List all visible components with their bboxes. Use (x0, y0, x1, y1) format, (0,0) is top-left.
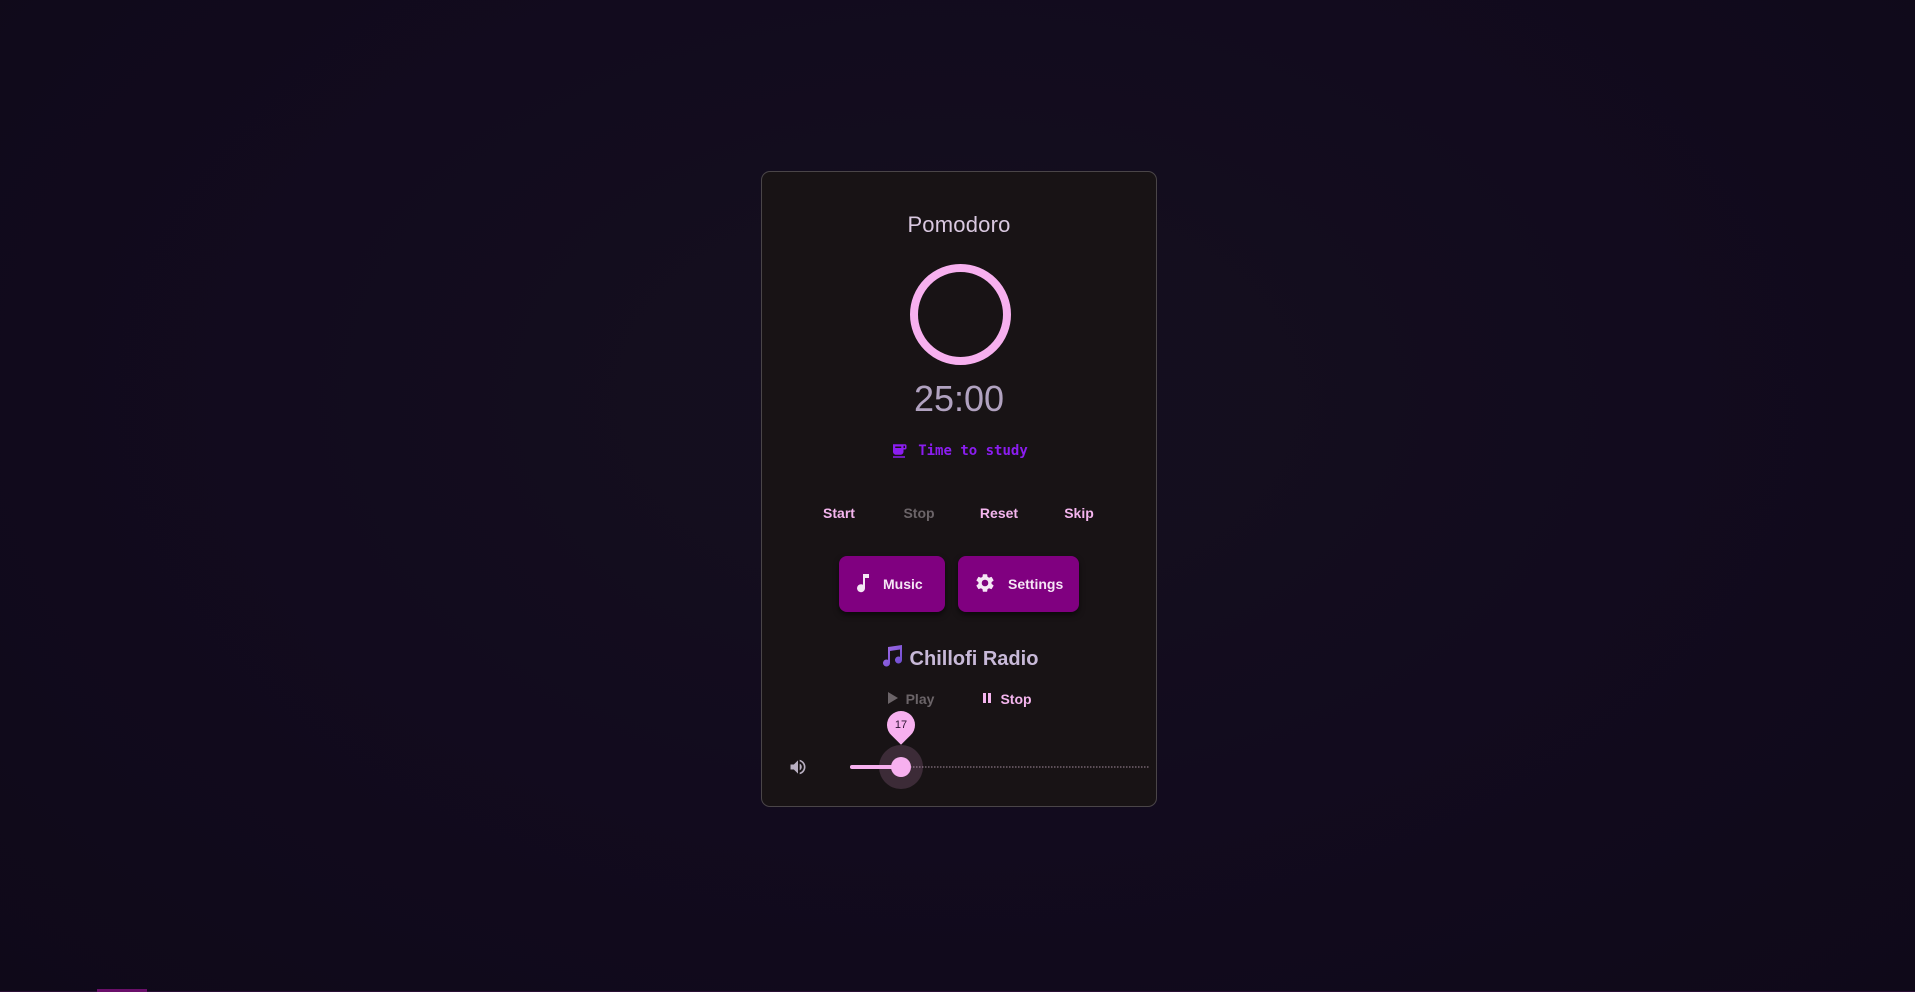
stop-button[interactable]: Stop (879, 505, 959, 521)
music-note-icon (855, 573, 871, 596)
radio-stop-button[interactable]: Stop (959, 691, 1055, 707)
radio-controls: Play Stop (762, 691, 1156, 707)
radio-play-button[interactable]: Play (863, 691, 959, 707)
timer-title: Pomodoro (907, 212, 1011, 237)
gear-icon (974, 572, 996, 597)
timer-progress-ring (910, 264, 1011, 365)
action-buttons: Music Settings (762, 556, 1156, 612)
coffee-icon (890, 442, 908, 460)
reset-button[interactable]: Reset (959, 505, 1039, 521)
radio-title-label: Chillofi Radio (909, 647, 1039, 670)
start-button[interactable]: Start (799, 505, 879, 521)
timer-controls: Start Stop Reset Skip (762, 505, 1156, 521)
volume-slider-thumb[interactable] (890, 757, 911, 777)
pomodoro-card: Pomodoro 25:00 Time to study Start Stop … (761, 171, 1157, 807)
timer-display: 25:00 (913, 378, 1005, 419)
volume-control: 17 (787, 705, 1149, 789)
volume-icon (787, 757, 809, 782)
music-button-label: Music (883, 576, 923, 592)
skip-button[interactable]: Skip (1039, 505, 1119, 521)
music-notes-icon (880, 645, 904, 673)
pause-icon (982, 691, 992, 707)
music-button[interactable]: Music (839, 556, 945, 612)
radio-title: Chillofi Radio (762, 645, 1156, 673)
play-icon (887, 691, 898, 707)
radio-stop-label: Stop (1000, 691, 1032, 707)
volume-value-label: 17 (881, 705, 921, 745)
mode-indicator: Time to study (762, 442, 1156, 460)
radio-play-label: Play (905, 691, 935, 707)
mode-label: Time to study (918, 443, 1028, 459)
settings-button[interactable]: Settings (958, 556, 1079, 612)
volume-value: 17 (894, 719, 907, 731)
settings-button-label: Settings (1008, 576, 1064, 592)
